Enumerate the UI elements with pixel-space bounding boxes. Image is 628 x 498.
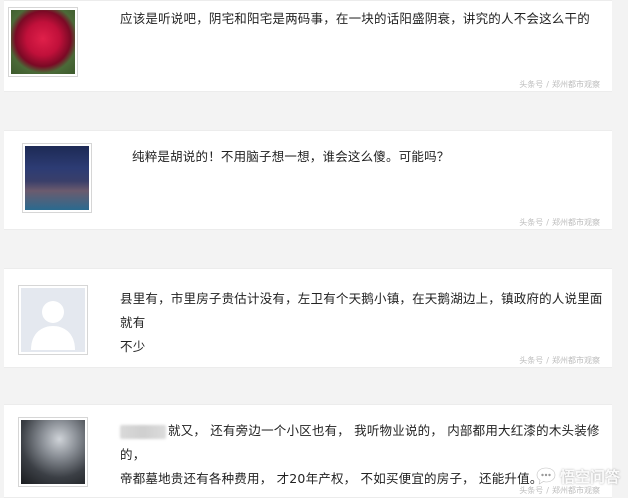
comment-text: 应该是听说吧，阴宅和阳宅是两码事，在一块的话阳盛阴衰，讲究的人不会这么干的: [120, 11, 590, 26]
avatar[interactable]: [8, 7, 78, 77]
source-label: 头条号 / 郑州都市观察: [519, 356, 600, 365]
comment-card: 县里有，市里房子贵估计没有，左卫有个天鹅小镇，在天鹅湖边上，镇政府的人说里面就有…: [4, 268, 612, 368]
watermark-text: 悟空问答: [559, 467, 620, 486]
comment-text: 县里有，市里房子贵估计没有，左卫有个天鹅小镇，在天鹅湖边上，镇政府的人说里面就有…: [120, 291, 603, 354]
comment-card: 就又， 还有旁边一个小区也有， 我听物业说的， 内部都用大红漆的木头装修的， 帝…: [4, 404, 612, 498]
avatar[interactable]: [22, 143, 92, 213]
source-label: 头条号 / 郑州都市观察: [519, 218, 600, 227]
comment-text: 纯粹是胡说的！不用脑子想一想，谁会这么傻。可能吗？: [132, 149, 450, 164]
avatar[interactable]: [18, 285, 88, 355]
flower-image: [11, 10, 75, 74]
chat-bubble-icon: [536, 467, 556, 485]
warrior-image: [21, 420, 85, 484]
night-city-image: [25, 146, 89, 210]
comment-card: 应该是听说吧，阴宅和阳宅是两码事，在一块的话阳盛阴衰，讲究的人不会这么干的 头条…: [4, 0, 612, 92]
default-user-icon: [21, 288, 85, 352]
comment-card: 纯粹是胡说的！不用脑子想一想，谁会这么傻。可能吗？ 头条号 / 郑州都市观察: [4, 130, 612, 230]
watermark: 悟空问答: [536, 464, 620, 488]
avatar[interactable]: [18, 417, 88, 487]
redacted-name: [120, 424, 166, 439]
source-label: 头条号 / 郑州都市观察: [519, 80, 600, 89]
